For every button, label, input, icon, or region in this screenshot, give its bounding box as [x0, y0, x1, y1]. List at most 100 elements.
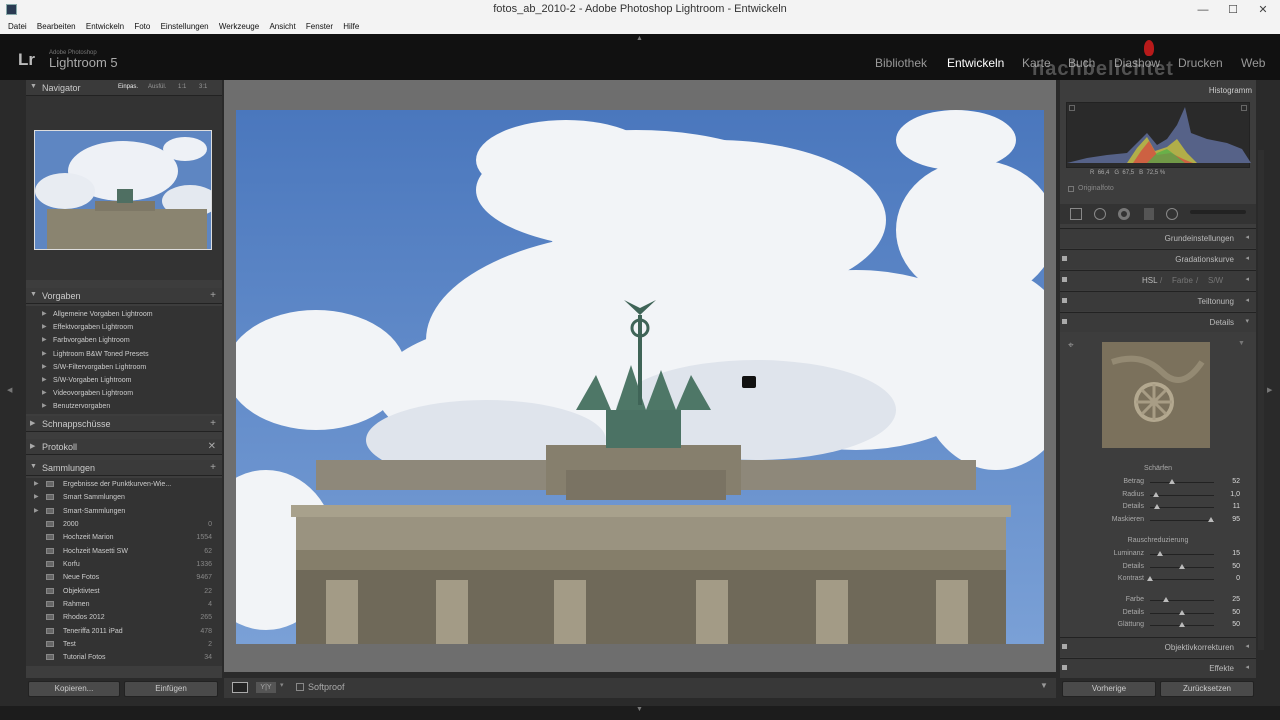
- slider-row[interactable]: Betrag 52: [1060, 477, 1256, 489]
- slider-knob[interactable]: [1153, 492, 1160, 497]
- preset-folder[interactable]: ▶ S/W-Vorgaben Lightroom: [26, 374, 222, 387]
- spot-removal-icon[interactable]: [1094, 208, 1106, 220]
- slider-knob[interactable]: [1179, 610, 1185, 615]
- image-canvas[interactable]: [224, 80, 1056, 672]
- menu-bearbeiten[interactable]: Bearbeiten: [37, 20, 76, 34]
- module-bibliothek[interactable]: Bibliothek: [875, 56, 927, 70]
- histogram[interactable]: [1066, 102, 1251, 168]
- graduated-filter-icon[interactable]: [1144, 208, 1154, 220]
- tone-curve-header[interactable]: Gradationskurve ◂: [1060, 249, 1256, 269]
- add-snapshot-icon[interactable]: +: [210, 418, 216, 429]
- collection-item[interactable]: Tutorial Fotos 34: [26, 651, 222, 664]
- dropdown-arrow-icon[interactable]: ▾: [280, 681, 284, 689]
- panel-switch-icon[interactable]: [1062, 665, 1067, 670]
- slider-row[interactable]: Radius 1,0: [1060, 490, 1256, 502]
- collection-item[interactable]: 2000 0: [26, 518, 222, 531]
- clear-history-icon[interactable]: ✕: [208, 441, 216, 452]
- slider-value[interactable]: 25: [1232, 596, 1240, 603]
- panel-switch-icon[interactable]: [1062, 277, 1067, 282]
- panel-switch-icon[interactable]: [1062, 319, 1067, 324]
- slider-value[interactable]: 95: [1232, 516, 1240, 523]
- previous-button[interactable]: Vorherige: [1062, 681, 1156, 697]
- collection-item[interactable]: Korfu 1336: [26, 558, 222, 571]
- minimize-button[interactable]: —: [1188, 0, 1218, 20]
- tab-color[interactable]: Farbe: [1172, 276, 1193, 285]
- collapse-bottom-arrow-icon[interactable]: ▼: [636, 706, 643, 713]
- hsl-header[interactable]: HSL / Farbe / S/W ◂: [1060, 270, 1256, 290]
- slider-row[interactable]: Details 50: [1060, 608, 1256, 620]
- slider-value[interactable]: 15: [1232, 550, 1240, 557]
- slider-value[interactable]: 11: [1233, 503, 1240, 510]
- slider-knob[interactable]: [1179, 622, 1185, 627]
- menu-fenster[interactable]: Fenster: [306, 20, 333, 34]
- collection-item[interactable]: Neue Fotos 9467: [26, 571, 222, 584]
- highlight-clipping-icon[interactable]: [1241, 105, 1247, 111]
- add-collection-icon[interactable]: +: [210, 462, 216, 473]
- slider-row[interactable]: Kontrast 0: [1060, 574, 1256, 586]
- panel-switch-icon[interactable]: [1062, 644, 1067, 649]
- slider-track[interactable]: [1150, 495, 1214, 496]
- panel-switch-icon[interactable]: [1062, 298, 1067, 303]
- slider-value[interactable]: 1,0: [1230, 491, 1240, 498]
- preview-toggle-icon[interactable]: ▼: [1238, 340, 1245, 347]
- slider-knob[interactable]: [1147, 576, 1153, 581]
- preset-folder[interactable]: ▶ Videovorgaben Lightroom: [26, 387, 222, 400]
- tab-bw[interactable]: S/W: [1208, 276, 1223, 285]
- collection-group[interactable]: ▶ Ergebnisse der Punktkurven-Wie...: [26, 478, 222, 491]
- paste-button[interactable]: Einfügen: [124, 681, 218, 697]
- slider-value[interactable]: 50: [1232, 621, 1240, 628]
- preset-folder[interactable]: ▶ Benutzervorgaben: [26, 400, 222, 413]
- collection-item[interactable]: Rhodos 2012 265: [26, 611, 222, 624]
- module-drucken[interactable]: Drucken: [1178, 56, 1223, 70]
- toolbar-menu-icon[interactable]: ▼: [1040, 681, 1048, 690]
- collection-item[interactable]: Teneriffa 2011 iPad 478: [26, 625, 222, 638]
- collection-item[interactable]: Test 2: [26, 638, 222, 651]
- copy-button[interactable]: Kopieren...: [28, 681, 120, 697]
- close-button[interactable]: ✕: [1248, 0, 1278, 20]
- menu-entwickeln[interactable]: Entwickeln: [86, 20, 124, 34]
- module-entwickeln[interactable]: Entwickeln: [947, 56, 1004, 70]
- original-photo-checkbox[interactable]: [1068, 186, 1074, 192]
- preset-folder[interactable]: ▶ Lightroom B&W Toned Presets: [26, 348, 222, 361]
- reset-button[interactable]: Zurücksetzen: [1160, 681, 1254, 697]
- slider-value[interactable]: 52: [1232, 478, 1240, 485]
- slider-track[interactable]: [1150, 482, 1214, 483]
- presets-header[interactable]: ▼ Vorgaben +: [26, 288, 222, 304]
- preset-folder[interactable]: ▶ Effektvorgaben Lightroom: [26, 321, 222, 334]
- slider-row[interactable]: Details 50: [1060, 562, 1256, 574]
- slider-track[interactable]: [1150, 600, 1214, 601]
- slider-knob[interactable]: [1169, 479, 1176, 484]
- collection-item[interactable]: Hochzeit Masetti SW 62: [26, 545, 222, 558]
- slider-value[interactable]: 50: [1232, 563, 1240, 570]
- slider-row[interactable]: Details 11: [1060, 502, 1256, 514]
- red-eye-icon[interactable]: [1118, 208, 1130, 220]
- adjustment-brush-slider[interactable]: [1190, 210, 1246, 214]
- lens-corrections-header[interactable]: Objektivkorrekturen ◂: [1060, 637, 1256, 657]
- menu-einstellungen[interactable]: Einstellungen: [161, 20, 209, 34]
- zoom-1-1[interactable]: 1:1: [178, 84, 186, 90]
- collapse-left-panel-icon[interactable]: ◀: [7, 386, 12, 394]
- menu-ansicht[interactable]: Ansicht: [269, 20, 295, 34]
- menu-foto[interactable]: Foto: [134, 20, 150, 34]
- slider-track[interactable]: [1150, 520, 1214, 521]
- slider-row[interactable]: Farbe 25: [1060, 595, 1256, 607]
- slider-value[interactable]: 50: [1232, 609, 1240, 616]
- navigator-preview[interactable]: [34, 130, 212, 250]
- details-header[interactable]: Details ▾: [1060, 312, 1256, 332]
- history-header[interactable]: ▶ Protokoll ✕: [26, 439, 222, 455]
- softproof-checkbox[interactable]: [296, 683, 304, 691]
- zoom-3-1[interactable]: 3:1: [199, 84, 207, 90]
- slider-knob[interactable]: [1207, 517, 1214, 522]
- shadow-clipping-icon[interactable]: [1069, 105, 1075, 111]
- crop-tool-icon[interactable]: [1070, 208, 1082, 220]
- collapse-top-arrow-icon[interactable]: ▲: [636, 35, 643, 42]
- maximize-button[interactable]: ☐: [1218, 0, 1248, 20]
- preset-folder[interactable]: ▶ Allgemeine Vorgaben Lightroom: [26, 308, 222, 321]
- target-tool-icon[interactable]: ⌖: [1068, 340, 1074, 351]
- collection-item[interactable]: Rahmen 4: [26, 598, 222, 611]
- preset-folder[interactable]: ▶ S/W-Filtervorgaben Lightroom: [26, 361, 222, 374]
- add-preset-icon[interactable]: +: [210, 290, 216, 301]
- panel-switch-icon[interactable]: [1062, 256, 1067, 261]
- before-after-icon[interactable]: Y|Y: [256, 682, 276, 693]
- slider-knob[interactable]: [1163, 597, 1169, 602]
